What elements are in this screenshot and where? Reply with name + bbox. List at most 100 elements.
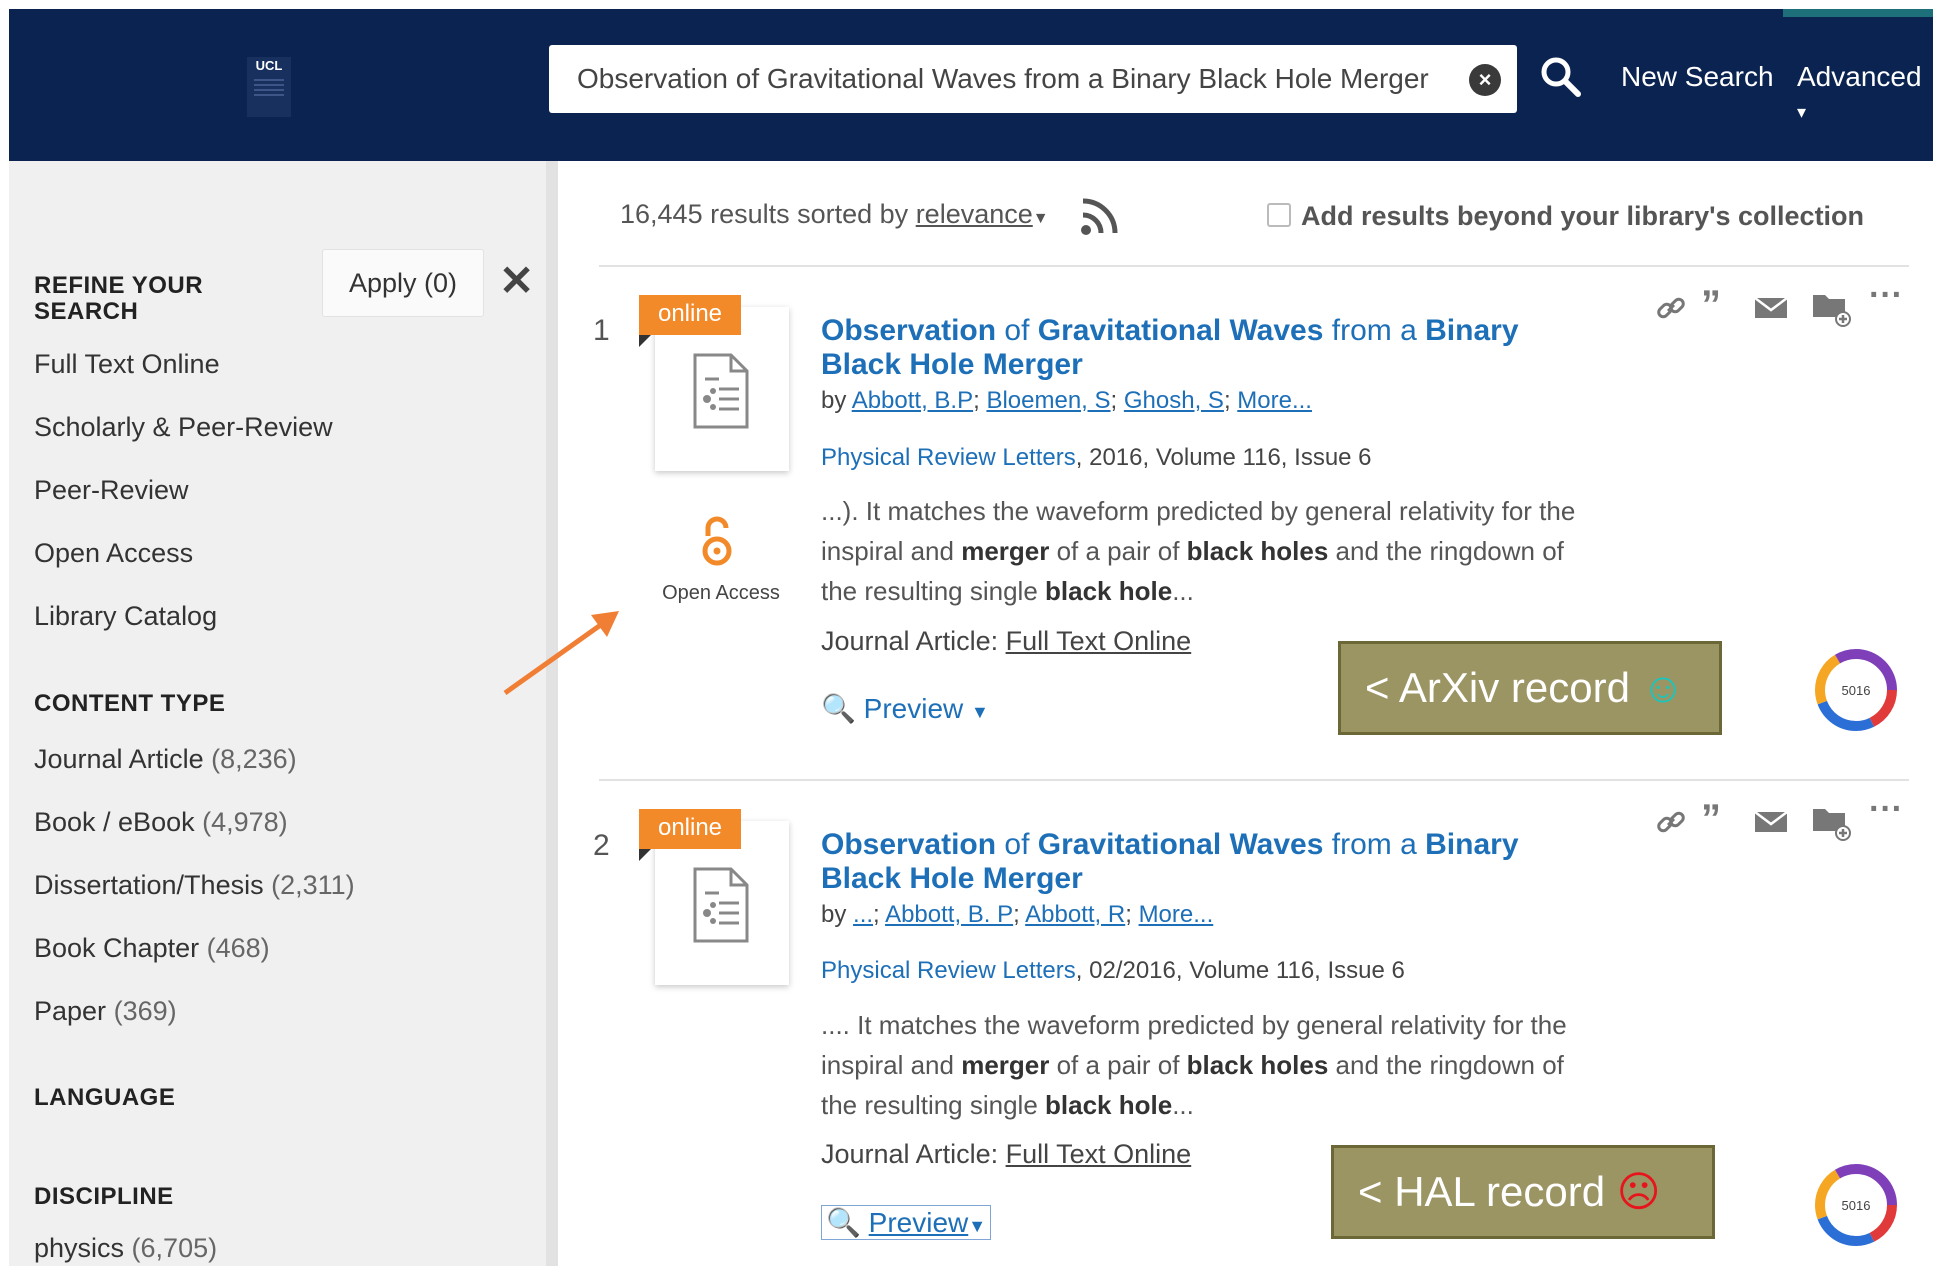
title-part: Gravitational Waves: [1037, 828, 1324, 861]
corner-tab[interactable]: [1783, 9, 1933, 17]
facet-label: physics: [34, 1233, 125, 1263]
snippet-highlight: black hole: [1045, 1090, 1173, 1120]
annotation-text: < ArXiv record: [1365, 664, 1642, 711]
discipline-title[interactable]: DISCIPLINE: [34, 1183, 174, 1211]
badge-tail: [639, 849, 651, 861]
snippet-text: and the ringdown of: [1328, 536, 1564, 566]
hal-annotation: < HAL record ☹: [1331, 1145, 1715, 1239]
refine-item-scholarly[interactable]: Scholarly & Peer-Review: [34, 412, 333, 443]
preview-button[interactable]: 🔍 Preview▼: [821, 1205, 992, 1240]
ucl-logo[interactable]: UCL: [247, 57, 291, 117]
refine-item-peer-review[interactable]: Peer-Review: [34, 475, 189, 506]
annotation-arrow: [503, 611, 619, 696]
more-authors-link[interactable]: More...: [1139, 901, 1214, 928]
snippet-highlight: black holes: [1186, 536, 1329, 566]
more-authors-link[interactable]: More...: [1237, 387, 1312, 414]
language-title[interactable]: LANGUAGE: [34, 1084, 175, 1112]
snippet-highlight: merger: [961, 536, 1050, 566]
refine-item-open-access[interactable]: Open Access: [34, 538, 193, 569]
author-link[interactable]: Abbott, B. P: [885, 901, 1013, 928]
beyond-label: Add results beyond your library's collec…: [1301, 201, 1865, 231]
caret-down-icon[interactable]: ▼: [1033, 210, 1049, 227]
more-actions-icon[interactable]: ···: [1869, 278, 1903, 312]
content-type-book[interactable]: Book / eBook (4,978): [34, 807, 288, 838]
rss-icon[interactable]: [1079, 195, 1121, 237]
content-type-dissertation[interactable]: Dissertation/Thesis (2,311): [34, 870, 355, 901]
magnifier-icon: 🔍: [826, 1207, 861, 1238]
author-link[interactable]: Bloemen, S: [986, 387, 1110, 414]
title-part: Observation: [821, 314, 997, 347]
beyond-checkbox[interactable]: [1267, 203, 1291, 227]
title-part: of: [996, 828, 1038, 861]
title-part: Binary: [1425, 828, 1519, 861]
content-type-book-chapter[interactable]: Book Chapter (468): [34, 933, 270, 964]
open-access-label: Open Access: [662, 582, 780, 604]
title-part: of: [996, 314, 1038, 347]
add-beyond-collection[interactable]: Add results beyond your library's collec…: [1267, 201, 1864, 232]
full-text-link[interactable]: Full Text Online: [1006, 626, 1192, 656]
content-type-paper[interactable]: Paper (369): [34, 996, 177, 1027]
facet-count: (4,978): [202, 807, 288, 837]
new-search-link[interactable]: New Search: [1621, 61, 1774, 93]
author-link[interactable]: Ghosh, S: [1124, 387, 1224, 414]
altmetric-badge[interactable]: 5016: [1815, 1164, 1897, 1246]
search-input[interactable]: [549, 45, 1437, 113]
altmetric-score: 5016: [1842, 683, 1871, 698]
journal-link[interactable]: Physical Review Letters: [821, 444, 1076, 471]
snippet-text: of a pair of: [1049, 1050, 1187, 1080]
record-title[interactable]: Observation of Gravitational Waves from …: [821, 828, 1581, 896]
facet-count: (8,236): [211, 744, 297, 774]
facet-count: (369): [113, 996, 177, 1026]
results-summary: 16,445 results sorted by relevance▼: [620, 199, 1049, 230]
content-type-title: CONTENT TYPE: [34, 690, 226, 717]
clear-search-icon[interactable]: ×: [1469, 64, 1501, 96]
author-link[interactable]: Abbott, R: [1025, 901, 1125, 928]
snippet-text: ...: [1172, 1090, 1194, 1120]
annotation-text: < HAL record: [1358, 1168, 1617, 1215]
search-box: ×: [549, 45, 1517, 113]
magnifier-icon: 🔍: [821, 693, 856, 724]
advanced-label: Advanced: [1797, 61, 1922, 92]
close-icon[interactable]: ✕: [499, 257, 534, 305]
journal-link[interactable]: Physical Review Letters: [821, 957, 1076, 984]
email-icon[interactable]: [1753, 292, 1789, 324]
badge-tail: [639, 335, 651, 347]
advanced-search-link[interactable]: Advanced ▾: [1797, 61, 1933, 125]
title-part: Black Hole Merger: [821, 348, 1083, 381]
altmetric-badge[interactable]: 5016: [1815, 649, 1897, 731]
type-label: Journal Article:: [821, 1139, 1006, 1169]
cite-icon[interactable]: ”: [1701, 285, 1733, 325]
record-snippet: .... It matches the waveform predicted b…: [821, 1005, 1621, 1125]
cite-icon[interactable]: ”: [1701, 799, 1733, 839]
record-title[interactable]: Observation of Gravitational Waves from …: [821, 314, 1581, 382]
altmetric-score: 5016: [1842, 1198, 1871, 1213]
discipline-physics[interactable]: physics (6,705): [34, 1233, 217, 1264]
chevron-down-icon: ▾: [1797, 102, 1807, 122]
snippet-text: ...). It matches the waveform predicted …: [821, 496, 1576, 526]
record-number: 2: [593, 829, 610, 862]
snippet-text: and the ringdown of: [1328, 1050, 1564, 1080]
link-icon[interactable]: [1655, 292, 1687, 324]
more-actions-icon[interactable]: ···: [1869, 792, 1903, 826]
search-icon[interactable]: [1539, 55, 1583, 99]
by-label: by: [821, 387, 847, 414]
content-type-journal-article[interactable]: Journal Article (8,236): [34, 744, 297, 775]
refine-title-line1: REFINE YOUR: [34, 272, 204, 299]
author-link[interactable]: ...: [853, 901, 873, 928]
email-icon[interactable]: [1753, 806, 1789, 838]
app-frame: UCL × New Search Advanced ▾ REFINE YOUR …: [9, 9, 1933, 1266]
record-divider: [599, 779, 1909, 781]
snippet-text: .... It matches the waveform predicted b…: [821, 1010, 1567, 1040]
refine-item-full-text-online[interactable]: Full Text Online: [34, 349, 220, 380]
refine-item-library-catalog[interactable]: Library Catalog: [34, 601, 217, 632]
folder-add-icon[interactable]: [1811, 801, 1851, 841]
facet-count: (2,311): [271, 870, 355, 900]
preview-button[interactable]: 🔍 Preview ▼: [821, 692, 989, 725]
folder-add-icon[interactable]: [1811, 287, 1851, 327]
title-part: Observation: [821, 828, 997, 861]
link-icon[interactable]: [1655, 806, 1687, 838]
sort-dropdown[interactable]: relevance: [916, 199, 1033, 229]
apply-button[interactable]: Apply (0): [322, 249, 484, 317]
author-link[interactable]: Abbott, B.P: [852, 387, 973, 414]
full-text-link[interactable]: Full Text Online: [1006, 1139, 1192, 1169]
